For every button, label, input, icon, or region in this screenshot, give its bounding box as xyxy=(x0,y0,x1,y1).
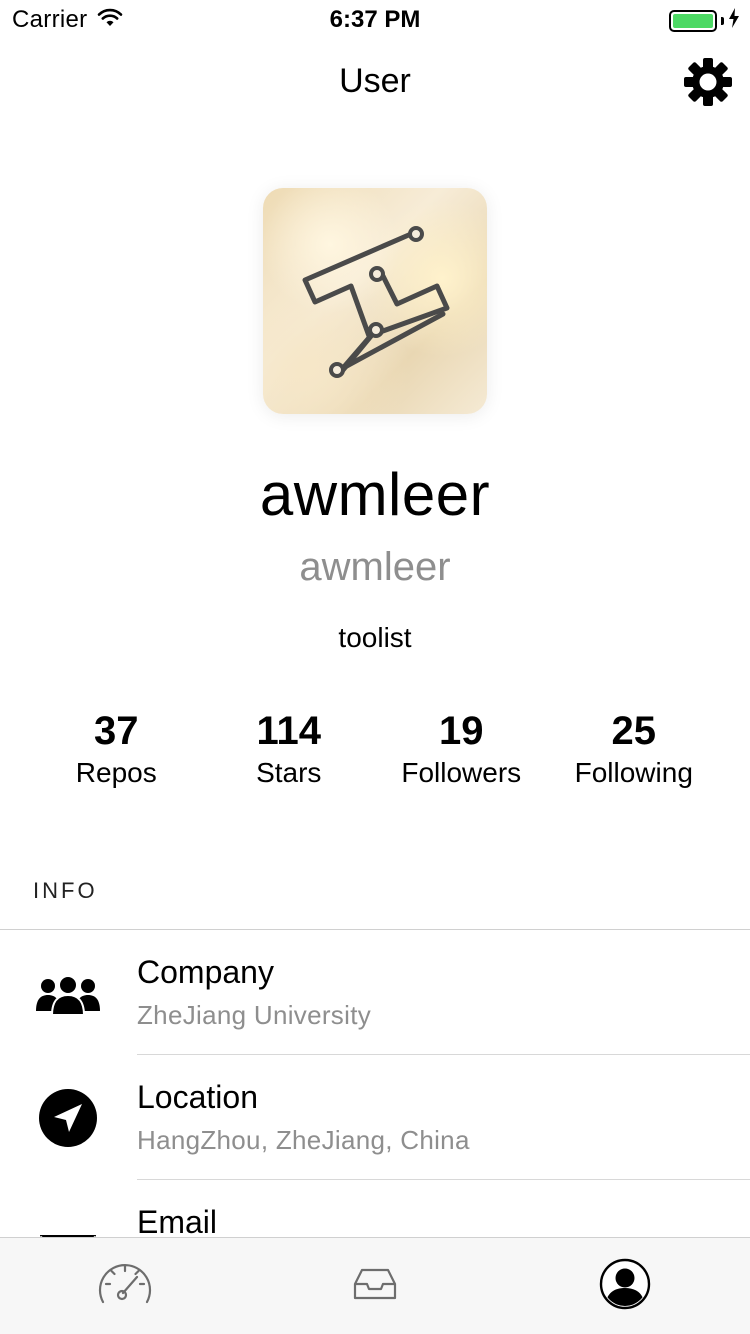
info-title: Company xyxy=(137,954,274,990)
info-title: Email xyxy=(137,1204,218,1240)
status-time: 6:37 PM xyxy=(329,6,421,33)
charging-bolt-icon xyxy=(728,8,740,33)
stat-label: Following xyxy=(574,757,693,788)
battery-icon xyxy=(669,9,717,32)
user-avatar-icon xyxy=(599,1258,651,1315)
people-icon xyxy=(35,962,101,1028)
stat-value: 25 xyxy=(611,709,657,753)
stat-value: 37 xyxy=(94,709,139,753)
stat-following[interactable]: 25 Following xyxy=(548,708,721,792)
status-right xyxy=(669,8,740,33)
speedometer-icon xyxy=(97,1260,153,1313)
inbox-tray-icon xyxy=(353,1266,397,1307)
stat-label: Stars xyxy=(256,757,322,788)
stat-label: Followers xyxy=(401,757,522,788)
stat-repos[interactable]: 37 Repos xyxy=(30,708,203,792)
info-row-location[interactable]: Location HangZhou, ZheJiang, China xyxy=(0,1055,750,1180)
tab-bar xyxy=(0,1237,750,1334)
avatar[interactable] xyxy=(263,188,487,414)
stat-followers[interactable]: 19 Followers xyxy=(375,708,548,792)
tab-dashboard[interactable] xyxy=(0,1238,250,1334)
profile-login: awmleer xyxy=(299,545,451,589)
profile-display-name: awmleer xyxy=(259,461,491,528)
logo-graphic xyxy=(302,226,450,378)
info-value: ZheJiang University xyxy=(137,1000,372,1030)
section-header-info: INFO xyxy=(33,878,98,903)
info-title: Location xyxy=(137,1079,258,1115)
stats-row: 37 Repos 114 Stars 19 Followers 25 Follo… xyxy=(30,708,720,792)
info-value: HangZhou, ZheJiang, China xyxy=(137,1125,470,1155)
settings-button[interactable] xyxy=(682,57,734,112)
stat-stars[interactable]: 114 Stars xyxy=(203,708,376,792)
nav-bar: User xyxy=(0,40,750,128)
stat-label: Repos xyxy=(75,757,157,788)
stat-value: 19 xyxy=(439,709,484,753)
status-bar: Carrier 6:37 PM xyxy=(0,0,750,40)
location-arrow-icon xyxy=(35,1085,101,1151)
battery-level xyxy=(673,13,713,28)
gear-icon xyxy=(683,57,733,112)
page-title: User xyxy=(339,62,411,100)
tab-inbox[interactable] xyxy=(250,1238,500,1334)
tab-user[interactable] xyxy=(500,1238,750,1334)
battery-tip xyxy=(721,16,724,25)
info-row-company[interactable]: Company ZheJiang University xyxy=(0,930,750,1055)
stat-value: 114 xyxy=(256,709,322,753)
profile-bio: toolist xyxy=(338,622,412,653)
